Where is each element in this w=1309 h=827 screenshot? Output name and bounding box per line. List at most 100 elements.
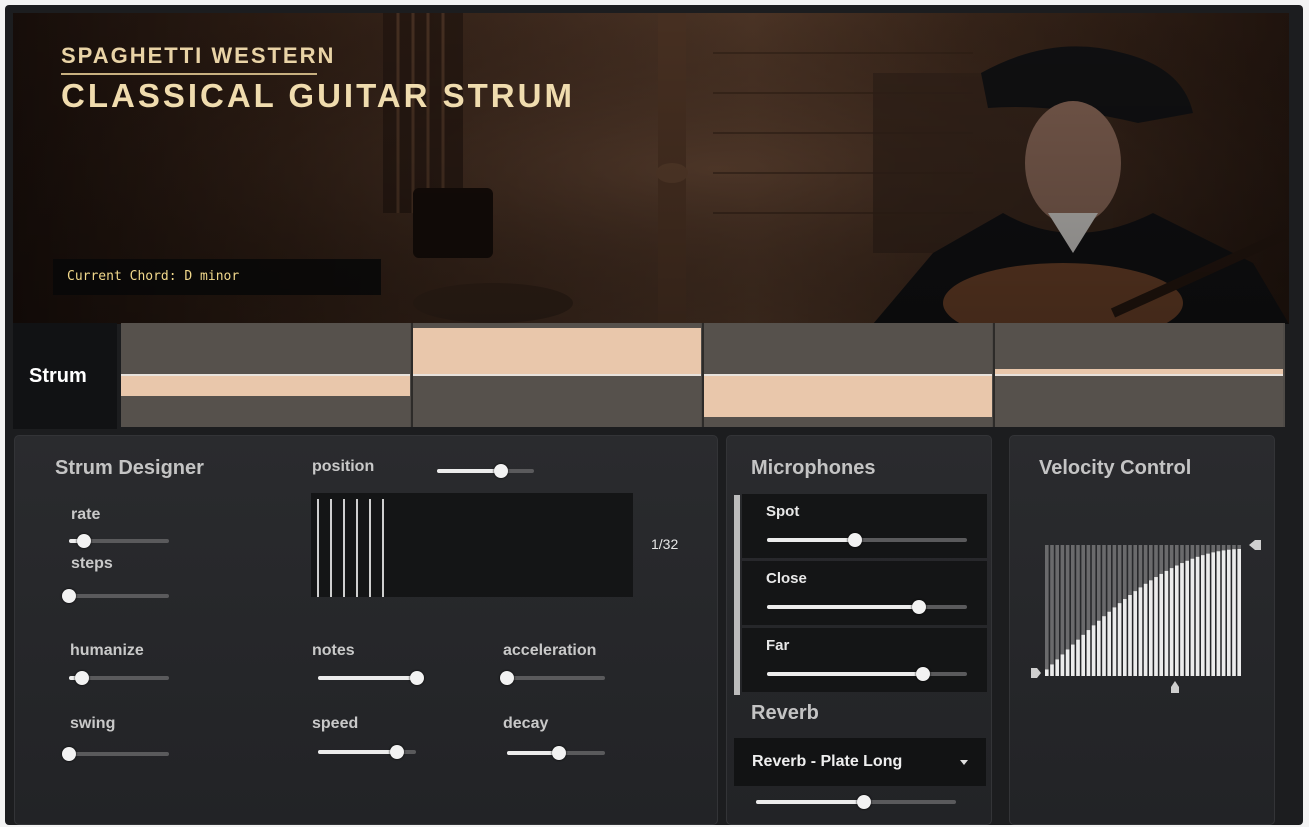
strum-center-line: [412, 374, 701, 376]
slider-track-fill: [767, 672, 923, 676]
humanize-slider[interactable]: [69, 671, 169, 685]
velocity-bar: [1138, 587, 1143, 676]
strum-step-level: [121, 375, 410, 396]
velocity-bar: [1180, 563, 1184, 676]
strum-center-line: [994, 374, 1283, 376]
velocity-bar: [1112, 607, 1117, 676]
reverb-amount-slider[interactable]: [756, 795, 956, 809]
velocity-control-title: Velocity Control: [1039, 457, 1192, 479]
velocity-bar: [1071, 644, 1075, 676]
velocity-bar: [1232, 549, 1236, 676]
rate-slider[interactable]: [69, 534, 169, 548]
strum-center-line: [703, 374, 992, 376]
strum-step-divider: [993, 323, 995, 427]
velocity-bar: [1159, 573, 1163, 676]
velocity-bar: [1149, 580, 1153, 676]
slider-knob[interactable]: [494, 464, 509, 478]
reverb-preset-dropdown[interactable]: Reverb - Plate Long: [734, 738, 986, 786]
position-slider[interactable]: [437, 464, 534, 478]
decay-slider[interactable]: [507, 746, 605, 760]
velocity-bar: [1128, 595, 1132, 676]
position-step-line: [343, 499, 345, 597]
velocity-bar: [1060, 654, 1065, 676]
strum-step-level: [412, 328, 701, 375]
velocity-bar: [1076, 639, 1080, 676]
instrument-window: SPAGHETTI WESTERN CLASSICAL GUITAR STRUM…: [5, 5, 1303, 825]
reverb-preset-value: Reverb - Plate Long: [752, 753, 903, 770]
strum-center-line: [121, 374, 410, 376]
velocity-min-handle-icon[interactable]: [1031, 668, 1041, 678]
slider-knob[interactable]: [551, 746, 566, 760]
velocity-bar: [1107, 611, 1111, 676]
speed-label: speed: [312, 715, 359, 732]
velocity-bar: [1050, 664, 1054, 676]
mic-spot-slider[interactable]: [767, 533, 967, 547]
velocity-bar: [1169, 568, 1174, 676]
strum-sequencer: [121, 323, 1285, 427]
strum-step-1[interactable]: [121, 323, 410, 427]
velocity-bar: [1221, 550, 1226, 676]
strum-step-4[interactable]: [994, 323, 1283, 427]
velocity-bar: [1190, 558, 1195, 676]
mic-row-spot: Spot: [742, 494, 987, 558]
mic-far-label: Far: [766, 637, 790, 654]
notes-slider[interactable]: [318, 671, 424, 685]
velocity-bar: [1086, 630, 1091, 676]
slider-track-fill: [767, 605, 919, 609]
reverb-title: Reverb: [751, 702, 819, 724]
slider-knob[interactable]: [500, 671, 514, 685]
slider-knob[interactable]: [410, 671, 424, 685]
velocity-bar: [1117, 603, 1122, 676]
velocity-bar: [1175, 565, 1179, 676]
velocity-bar: [1195, 556, 1200, 676]
velocity-bar: [1102, 616, 1106, 676]
acceleration-slider[interactable]: [500, 671, 605, 685]
mic-close-slider[interactable]: [767, 600, 967, 614]
slider-track-fill: [318, 676, 417, 680]
velocity-bar: [1227, 549, 1231, 676]
brand-divider: [61, 73, 317, 75]
dropdown-caret-icon: [960, 760, 968, 765]
slider-knob[interactable]: [62, 589, 76, 603]
velocity-curve-display[interactable]: [1023, 535, 1263, 695]
position-label: position: [312, 458, 375, 475]
velocity-bar: [1081, 634, 1085, 676]
slider-knob[interactable]: [857, 795, 871, 809]
velocity-bar: [1143, 583, 1148, 676]
brand-subtitle: SPAGHETTI WESTERN: [61, 43, 336, 68]
mic-row-close: Close: [742, 561, 987, 625]
slider-knob[interactable]: [916, 667, 930, 681]
rate-label: rate: [71, 506, 101, 523]
mic-close-label: Close: [766, 570, 807, 587]
position-step-line: [382, 499, 384, 597]
slider-knob[interactable]: [848, 533, 862, 547]
slider-knob[interactable]: [62, 747, 76, 761]
speed-slider[interactable]: [318, 745, 416, 759]
velocity-max-handle-icon[interactable]: [1249, 540, 1261, 550]
velocity-bar: [1091, 625, 1096, 676]
velocity-bar: [1097, 620, 1101, 676]
strum-step-2[interactable]: [412, 323, 701, 427]
slider-knob[interactable]: [912, 600, 926, 614]
steps-slider[interactable]: [62, 589, 169, 603]
strum-designer-title: Strum Designer: [55, 457, 204, 479]
slider-knob[interactable]: [75, 671, 89, 685]
position-step-line: [356, 499, 358, 597]
strum-step-3[interactable]: [703, 323, 992, 427]
mic-far-slider[interactable]: [767, 667, 967, 681]
swing-slider[interactable]: [62, 747, 169, 761]
velocity-bar: [1154, 577, 1158, 676]
acceleration-label: acceleration: [503, 642, 597, 659]
decay-label: decay: [503, 715, 549, 732]
velocity-curve-handle-icon[interactable]: [1171, 681, 1179, 693]
strum-tab[interactable]: Strum: [13, 323, 117, 429]
strum-label: Strum: [29, 365, 87, 387]
velocity-bar: [1211, 552, 1215, 676]
slider-knob[interactable]: [77, 534, 91, 548]
velocity-bar-background: [1050, 545, 1054, 676]
velocity-bar-background: [1055, 545, 1059, 676]
velocity-bar: [1201, 555, 1205, 676]
position-value: 1/32: [651, 536, 679, 552]
mic-spot-label: Spot: [766, 503, 800, 520]
velocity-bar: [1123, 599, 1127, 676]
